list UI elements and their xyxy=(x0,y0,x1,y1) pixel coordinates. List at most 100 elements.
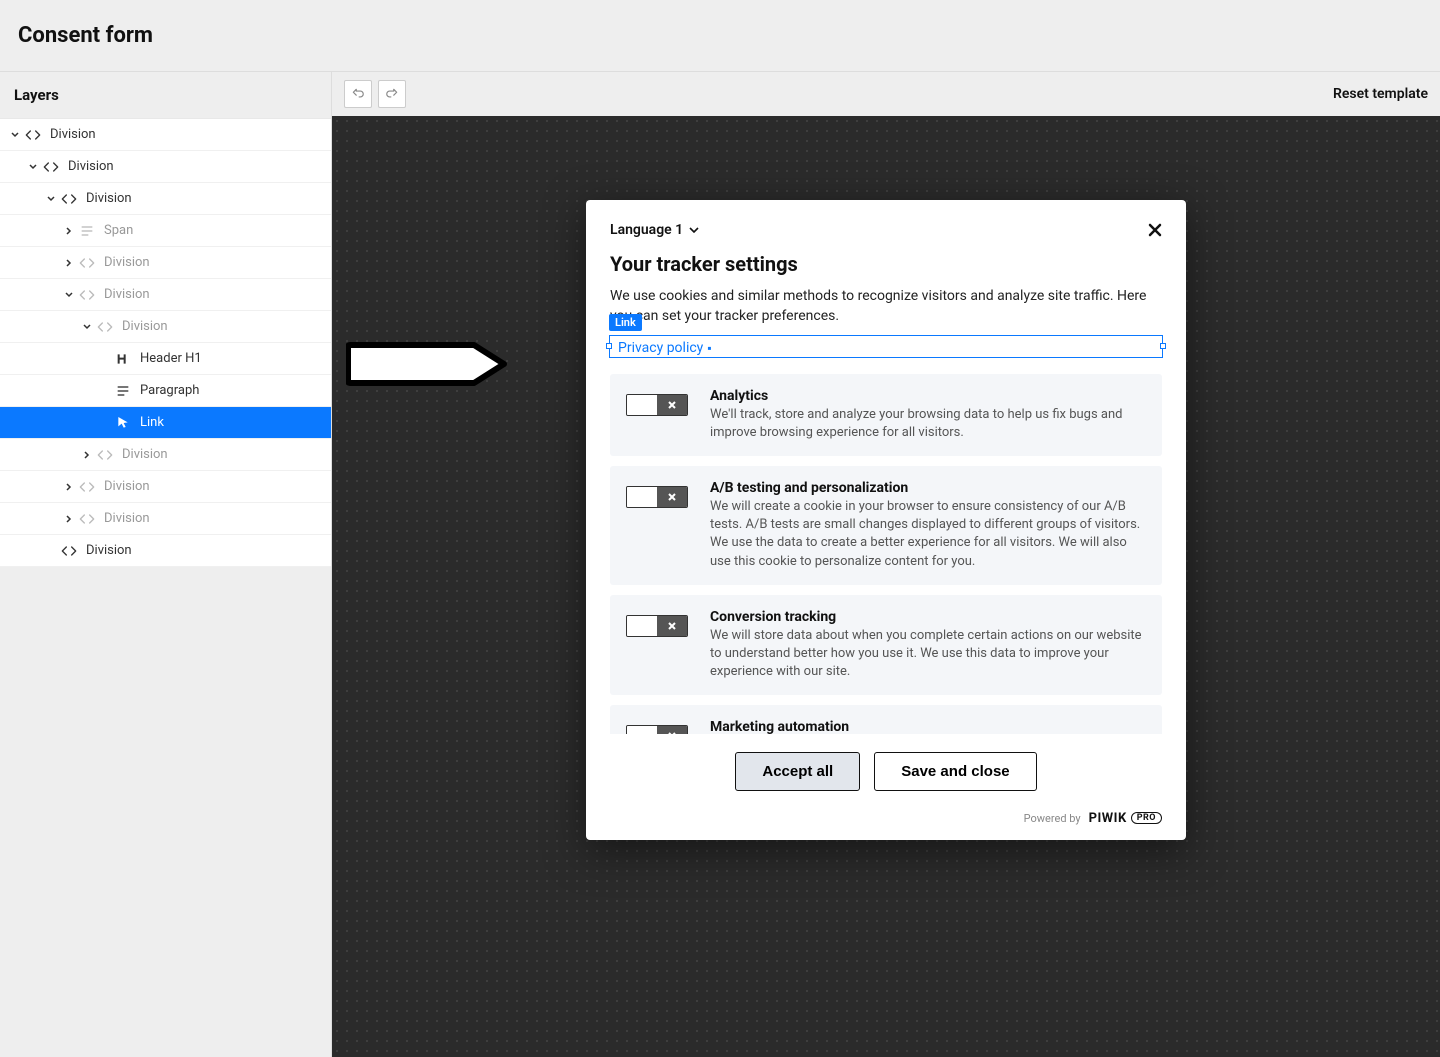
tree-row[interactable]: Division xyxy=(0,439,331,471)
lines-icon xyxy=(78,222,96,240)
code-icon xyxy=(42,158,60,176)
page-title: Consent form xyxy=(18,23,153,48)
consent-item: A/B testing and personalization We will c… xyxy=(610,466,1162,585)
tree-row[interactable]: Division xyxy=(0,279,331,311)
chevron-placeholder xyxy=(98,384,112,398)
tree-row-label: Division xyxy=(104,511,331,526)
tree-row-label: Link xyxy=(140,415,331,430)
code-icon xyxy=(78,478,96,496)
code-icon xyxy=(78,254,96,272)
cursor-icon xyxy=(114,414,132,432)
consent-toggle[interactable] xyxy=(626,615,688,637)
chevron-placeholder xyxy=(98,352,112,366)
chevron-right-icon[interactable] xyxy=(62,256,76,270)
redo-button[interactable] xyxy=(378,80,406,108)
header-icon xyxy=(114,350,132,368)
chevron-placeholder xyxy=(98,416,112,430)
close-button[interactable] xyxy=(1148,220,1162,240)
tree-row[interactable]: Header H1 xyxy=(0,343,331,375)
selection-handle-left[interactable] xyxy=(606,343,612,349)
consent-description: We will store data about when you comple… xyxy=(710,627,1146,682)
tree-row[interactable]: Division xyxy=(0,151,331,183)
layers-panel-title: Layers xyxy=(0,72,331,118)
tree-row-label: Division xyxy=(104,287,331,302)
code-icon xyxy=(78,510,96,528)
tree-row-label: Division xyxy=(68,159,331,174)
consent-description: We'll track, store and analyze your brow… xyxy=(710,406,1146,442)
tree-row[interactable]: Link xyxy=(0,407,331,439)
canvas[interactable]: Language 1 Your tracker settings We use … xyxy=(332,116,1440,1057)
chevron-down-icon[interactable] xyxy=(44,192,58,206)
consent-item: Analytics We'll track, store and analyze … xyxy=(610,374,1162,456)
consent-item: Marketing automationWe will store data t… xyxy=(610,705,1162,733)
consent-list[interactable]: Analytics We'll track, store and analyze … xyxy=(610,374,1162,734)
save-close-button[interactable]: Save and close xyxy=(874,752,1036,791)
tree-row-label: Division xyxy=(104,479,331,494)
tree-row-label: Division xyxy=(86,543,331,558)
tree-row-label: Division xyxy=(86,191,331,206)
link-cursor-icon: ▪ xyxy=(707,341,711,355)
page-header: Consent form xyxy=(0,0,1440,72)
chevron-right-icon[interactable] xyxy=(62,224,76,238)
selection-badge: Link xyxy=(609,314,642,331)
consent-toggle[interactable] xyxy=(626,394,688,416)
callout-arrow-icon xyxy=(346,341,510,387)
chevron-placeholder xyxy=(44,544,58,558)
privacy-policy-link[interactable]: Privacy policy xyxy=(618,340,703,356)
tree-row[interactable]: Span xyxy=(0,215,331,247)
modal-title: Your tracker settings xyxy=(610,252,1162,276)
consent-toggle[interactable] xyxy=(626,725,688,733)
tree-row-label: Division xyxy=(104,255,331,270)
chevron-down-icon xyxy=(689,227,699,233)
tree-row-label: Division xyxy=(122,447,331,462)
tree-row-label: Division xyxy=(122,319,331,334)
consent-toggle[interactable] xyxy=(626,486,688,508)
brand-name: PIWIK xyxy=(1089,811,1127,826)
layers-panel: Layers DivisionDivisionDivisionSpanDivis… xyxy=(0,72,332,1057)
selection-handle-right[interactable] xyxy=(1160,343,1166,349)
close-icon xyxy=(1148,223,1162,237)
chevron-down-icon[interactable] xyxy=(62,288,76,302)
reset-template-link[interactable]: Reset template xyxy=(1333,86,1428,102)
consent-title: A/B testing and personalization xyxy=(710,480,1146,496)
powered-by-label: Powered by xyxy=(1024,812,1081,825)
language-selector[interactable]: Language 1 xyxy=(610,222,699,238)
consent-description: We will create a cookie in your browser … xyxy=(710,498,1146,571)
tree-row[interactable]: Division xyxy=(0,247,331,279)
brand-logo[interactable]: PIWIK PRO xyxy=(1089,811,1162,826)
language-label: Language 1 xyxy=(610,222,683,238)
code-icon xyxy=(78,286,96,304)
chevron-right-icon[interactable] xyxy=(62,512,76,526)
modal-footer: Powered by PIWIK PRO xyxy=(610,801,1162,826)
tree-row-label: Division xyxy=(50,127,331,142)
brand-suffix: PRO xyxy=(1131,812,1162,824)
chevron-right-icon[interactable] xyxy=(62,480,76,494)
undo-button[interactable] xyxy=(344,80,372,108)
code-icon xyxy=(24,126,42,144)
tree-row[interactable]: Division xyxy=(0,503,331,535)
tree-row[interactable]: Division xyxy=(0,119,331,151)
consent-title: Analytics xyxy=(710,388,1146,404)
chevron-right-icon[interactable] xyxy=(80,448,94,462)
chevron-down-icon[interactable] xyxy=(80,320,94,334)
chevron-down-icon[interactable] xyxy=(8,128,22,142)
consent-title: Marketing automation xyxy=(710,719,1146,733)
consent-title: Conversion tracking xyxy=(710,609,1146,625)
layers-tree: Division Division Division Span Division Divi… xyxy=(0,118,331,567)
tree-row[interactable]: Division xyxy=(0,471,331,503)
tree-row-label: Span xyxy=(104,223,331,238)
privacy-link-selection: Privacy policy ▪ xyxy=(610,335,1162,358)
code-icon xyxy=(96,446,114,464)
chevron-down-icon[interactable] xyxy=(26,160,40,174)
tree-row[interactable]: Division xyxy=(0,311,331,343)
lines-icon xyxy=(114,382,132,400)
code-icon xyxy=(60,542,78,560)
accept-all-button[interactable]: Accept all xyxy=(735,752,860,791)
tree-row[interactable]: Paragraph xyxy=(0,375,331,407)
tree-row[interactable]: Division xyxy=(0,535,331,567)
canvas-area: Reset template Language 1 xyxy=(332,72,1440,1057)
consent-modal: Language 1 Your tracker settings We use … xyxy=(586,200,1186,840)
tree-row-label: Paragraph xyxy=(140,383,331,398)
code-icon xyxy=(96,318,114,336)
tree-row[interactable]: Division xyxy=(0,183,331,215)
